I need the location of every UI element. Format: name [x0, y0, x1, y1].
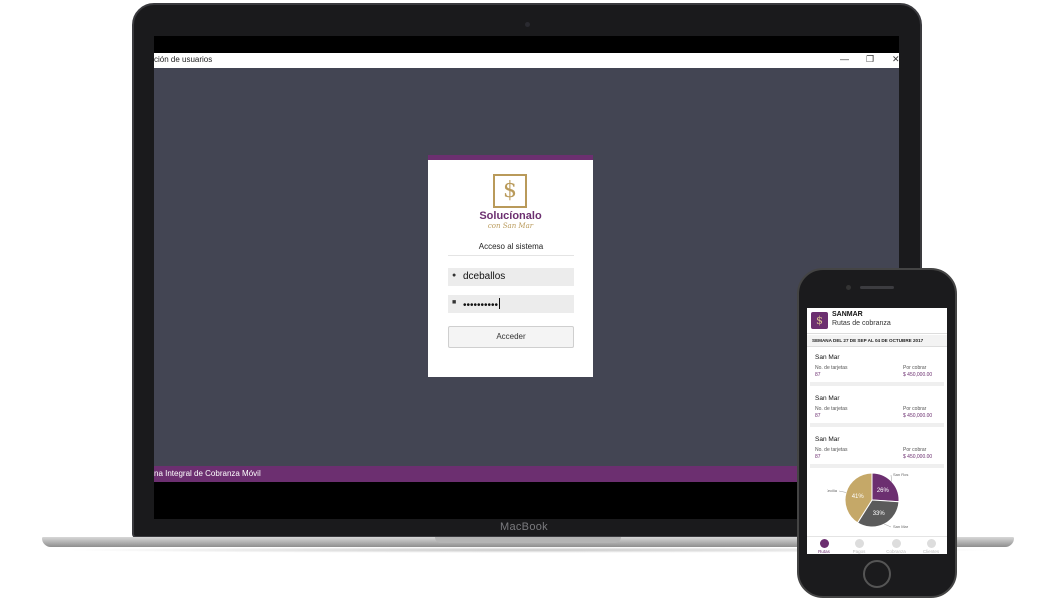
tab-clientes[interactable]: Clientes	[917, 539, 945, 554]
window-title: ción de usuarios	[154, 55, 213, 64]
routes-icon	[819, 539, 829, 548]
laptop-notch	[435, 537, 621, 543]
pie-leader-line	[838, 490, 847, 493]
route-card[interactable]: San Mar No. de tarjetas 87 Por cobrar $ …	[810, 432, 944, 468]
password-value: ••••••••••	[463, 298, 501, 311]
pending-label: Por cobrar	[903, 406, 927, 412]
tab-rutas[interactable]: Rutas	[810, 539, 838, 554]
pie-percent-label: 33%	[873, 511, 886, 517]
collection-icon	[891, 539, 901, 548]
tab-cobranza[interactable]: Cobranza	[882, 539, 910, 554]
mockup-stage: ción de usuarios — ❐ ✕ $ Solucíonalo con…	[0, 0, 1056, 606]
username-value: dceballos	[463, 271, 506, 282]
tab-label: Pagos	[852, 549, 866, 554]
maximize-icon[interactable]: ❐	[866, 54, 874, 65]
dollar-logo-icon: $	[493, 174, 527, 208]
pie-leader-line	[884, 523, 892, 528]
phone-screen: $ SANMAR Rutas de cobranza SEMANA DEL 27…	[807, 308, 947, 554]
app-background: $ Solucíonalo con San Mar Acceso al sist…	[154, 68, 899, 466]
username-field[interactable]: ● dceballos	[448, 268, 574, 286]
laptop-camera	[525, 22, 530, 27]
tab-label: Clientes	[922, 549, 940, 554]
phone-speaker	[860, 286, 894, 289]
pie-percent-label: 26%	[877, 488, 890, 494]
pending-label: Por cobrar	[903, 365, 927, 371]
pie-percent-label: 41%	[852, 494, 865, 500]
mobile-header: $ SANMAR Rutas de cobranza	[807, 308, 947, 334]
login-title: Acceso al sistema	[448, 242, 574, 256]
login-button[interactable]: Acceder	[448, 326, 574, 348]
route-name: San Mar	[815, 395, 840, 402]
cards-label: No. de tarjetas	[815, 406, 848, 412]
tab-label: Rutas	[818, 549, 830, 554]
pending-value: $ 450,000.00	[903, 413, 933, 419]
laptop-screen: ción de usuarios — ❐ ✕ $ Solucíonalo con…	[154, 36, 900, 519]
pending-value: $ 450,000.00	[903, 372, 933, 378]
route-name: San Mar	[815, 436, 840, 443]
payments-icon	[854, 539, 864, 548]
phone-device: $ SANMAR Rutas de cobranza SEMANA DEL 27…	[797, 268, 957, 598]
cards-value: 87	[815, 372, 821, 378]
user-icon: ●	[452, 272, 457, 279]
app-logo-icon: $	[811, 312, 828, 329]
login-card: $ Solucíonalo con San Mar Acceso al sist…	[428, 155, 593, 377]
route-card[interactable]: San Mar No. de tarjetas 87 Por cobrar $ …	[810, 350, 944, 386]
bottom-tabbar: Rutas Pagos Cobranza Clientes	[807, 536, 947, 554]
cards-label: No. de tarjetas	[815, 365, 848, 371]
status-bar-text: na Integral de Cobranza Móvil	[154, 469, 261, 478]
cards-value: 87	[815, 454, 821, 460]
cards-value: 87	[815, 413, 821, 419]
pie-category-label: San Ros	[893, 472, 908, 477]
pending-label: Por cobrar	[903, 447, 927, 453]
tab-pagos[interactable]: Pagos	[845, 539, 873, 554]
tab-label: Cobranza	[886, 549, 906, 554]
window-titlebar: ción de usuarios — ❐ ✕	[154, 53, 900, 68]
mobile-app-title: SANMAR	[832, 311, 863, 318]
pie-chart-svg: 26% San Ros 33% San Mar 41% Cecilia	[825, 472, 909, 529]
route-card[interactable]: San Mar No. de tarjetas 87 Por cobrar $ …	[810, 391, 944, 427]
home-button[interactable]	[863, 560, 891, 588]
phone-camera	[846, 285, 851, 290]
minimize-icon[interactable]: —	[840, 54, 849, 64]
pie-chart: 26% San Ros 33% San Mar 41% Cecilia	[825, 468, 937, 532]
lock-icon: ■	[452, 299, 457, 306]
week-text: SEMANA DEL 27 DE SEP AL 04 DE OCTUBRE 20…	[812, 338, 924, 343]
pending-value: $ 450,000.00	[903, 454, 933, 460]
status-bar: na Integral de Cobranza Móvil	[154, 466, 899, 482]
device-brand-label: MacBook	[500, 521, 548, 533]
brand-name: Solucíonalo	[479, 210, 542, 222]
route-name: San Mar	[815, 354, 840, 361]
clients-icon	[926, 539, 936, 548]
brand-tagline: con San Mar	[487, 222, 534, 230]
close-icon[interactable]: ✕	[892, 54, 900, 65]
pie-category-label: San Mar	[893, 524, 909, 529]
pie-category-label: Cecilia	[827, 488, 838, 493]
password-field[interactable]: ■ ••••••••••	[448, 295, 574, 313]
cards-label: No. de tarjetas	[815, 447, 848, 453]
mobile-app-subtitle: Rutas de cobranza	[832, 320, 891, 327]
week-banner: SEMANA DEL 27 DE SEP AL 04 DE OCTUBRE 20…	[807, 335, 947, 347]
